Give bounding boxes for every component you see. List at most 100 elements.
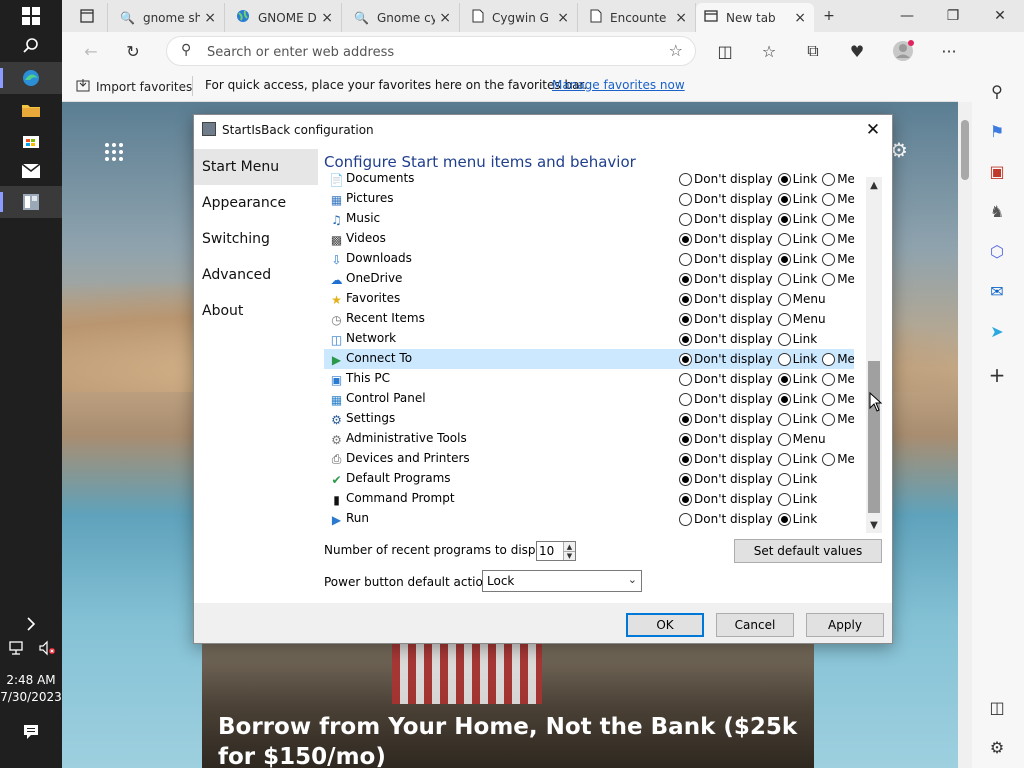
radio-button[interactable]	[679, 272, 692, 286]
option-menu[interactable]: Menu	[822, 251, 854, 267]
option-menu[interactable]: Menu	[822, 271, 854, 287]
favorites-icon[interactable]: ☆	[754, 36, 784, 66]
radio-button[interactable]	[822, 352, 836, 366]
favorite-star-icon[interactable]: ☆	[669, 41, 683, 60]
microsoft-365-icon[interactable]: ⬡	[982, 236, 1012, 266]
option-link[interactable]: Link	[777, 191, 817, 207]
radio-button[interactable]	[822, 372, 836, 386]
edge-browser-icon[interactable]	[0, 62, 62, 94]
option-link[interactable]: Link	[777, 391, 817, 407]
radio-button[interactable]	[679, 512, 692, 526]
radio-button[interactable]	[679, 312, 692, 326]
scroll-up-arrow-icon[interactable]: ▲	[866, 177, 882, 193]
radio-button[interactable]	[777, 312, 791, 326]
notifications-icon[interactable]	[0, 716, 62, 748]
radio-button[interactable]	[822, 252, 836, 266]
sidebar-settings-gear-icon[interactable]: ⚙	[982, 732, 1012, 762]
radio-button[interactable]	[822, 452, 836, 466]
radio-button[interactable]	[777, 232, 791, 246]
apply-button[interactable]: Apply	[806, 613, 884, 637]
nav-about[interactable]: About	[194, 293, 318, 329]
radio-button[interactable]	[777, 372, 791, 386]
radio-button[interactable]	[679, 232, 692, 246]
close-icon[interactable]: ×	[204, 10, 216, 26]
option-don-t-display[interactable]: Don't display	[679, 451, 773, 467]
radio-button[interactable]	[777, 452, 791, 466]
radio-button[interactable]	[822, 272, 836, 286]
cancel-button[interactable]: Cancel	[716, 613, 794, 637]
radio-button[interactable]	[679, 432, 692, 446]
radio-button[interactable]	[679, 292, 692, 306]
recent-programs-stepper[interactable]: ▲ ▼	[536, 541, 576, 561]
option-don-t-display[interactable]: Don't display	[679, 231, 773, 247]
minimize-icon[interactable]: —	[884, 0, 930, 32]
tab-gnome-cygwin[interactable]: 🔍 Gnome cy ×	[346, 3, 460, 32]
radio-button[interactable]	[777, 292, 791, 306]
news-card[interactable]: Borrow from Your Home, Not the Bank ($25…	[202, 644, 814, 768]
radio-button[interactable]	[777, 472, 791, 486]
option-link[interactable]: Link	[777, 491, 817, 507]
radio-button[interactable]	[679, 452, 692, 466]
option-don-t-display[interactable]: Don't display	[679, 411, 773, 427]
radio-button[interactable]	[679, 212, 692, 226]
recent-programs-input[interactable]	[539, 543, 561, 559]
radio-button[interactable]	[777, 352, 791, 366]
radio-button[interactable]	[777, 392, 791, 406]
file-explorer-icon[interactable]	[0, 94, 62, 126]
option-menu[interactable]: Menu	[822, 411, 854, 427]
radio-button[interactable]	[822, 392, 836, 406]
option-don-t-display[interactable]: Don't display	[679, 251, 773, 267]
power-button-select[interactable]: Lock ⌄	[482, 570, 642, 592]
radio-button[interactable]	[777, 512, 791, 526]
option-link[interactable]: Link	[777, 351, 817, 367]
option-link[interactable]: Link	[777, 451, 817, 467]
taskbar-clock[interactable]: 2:48 AM 7/30/2023	[0, 672, 62, 706]
option-don-t-display[interactable]: Don't display	[679, 311, 773, 327]
new-tab-plus-icon[interactable]: +	[814, 0, 844, 32]
radio-button[interactable]	[777, 492, 791, 506]
hide-sidebar-icon[interactable]: ◫	[982, 692, 1012, 722]
option-menu[interactable]: Menu	[777, 291, 826, 307]
news-headline[interactable]: Borrow from Your Home, Not the Bank ($25…	[218, 712, 808, 768]
radio-button[interactable]	[822, 212, 836, 226]
outlook-icon[interactable]: ✉	[982, 276, 1012, 306]
option-don-t-display[interactable]: Don't display	[679, 391, 773, 407]
tab-gnome-shell[interactable]: 🔍 gnome sh ×	[112, 3, 225, 32]
address-input[interactable]	[207, 42, 647, 62]
radio-button[interactable]	[777, 192, 791, 206]
radio-button[interactable]	[822, 173, 836, 186]
apps-grid-icon[interactable]	[104, 142, 124, 167]
items-scrollbar[interactable]: ▲ ▼	[866, 177, 882, 533]
radio-button[interactable]	[679, 392, 692, 406]
close-icon[interactable]: ×	[557, 10, 569, 26]
radio-button[interactable]	[777, 412, 791, 426]
radio-button[interactable]	[822, 412, 836, 426]
start-windows-icon[interactable]	[0, 0, 62, 32]
address-bar[interactable]: ⚲ ☆	[166, 36, 696, 66]
browser-essentials-icon[interactable]: ♥	[842, 36, 872, 66]
tab-new-tab[interactable]: New tab ×	[696, 3, 814, 32]
tab-encounter[interactable]: Encounte ×	[582, 3, 696, 32]
manage-favorites-link[interactable]: Manage favorites now	[552, 78, 685, 92]
option-don-t-display[interactable]: Don't display	[679, 211, 773, 227]
option-menu[interactable]: Menu	[822, 451, 854, 467]
shopping-tag-icon[interactable]: ⚑	[982, 116, 1012, 146]
option-link[interactable]: Link	[777, 173, 817, 187]
option-don-t-display[interactable]: Don't display	[679, 431, 773, 447]
option-don-t-display[interactable]: Don't display	[679, 331, 773, 347]
tab-actions-button[interactable]	[72, 3, 108, 32]
split-screen-icon[interactable]: ◫	[710, 36, 740, 66]
radio-button[interactable]	[777, 332, 791, 346]
radio-button[interactable]	[679, 372, 692, 386]
close-window-icon[interactable]: ✕	[976, 0, 1024, 32]
sidebar-search-icon[interactable]: ⚲	[982, 76, 1012, 106]
radio-button[interactable]	[777, 252, 791, 266]
radio-button[interactable]	[679, 492, 692, 506]
radio-button[interactable]	[822, 192, 836, 206]
mail-icon[interactable]	[0, 155, 62, 187]
option-menu[interactable]: Menu	[777, 311, 826, 327]
radio-button[interactable]	[822, 232, 836, 246]
import-favorites-button[interactable]: Import favorites	[76, 78, 192, 95]
option-menu[interactable]: Menu	[822, 391, 854, 407]
network-icon[interactable]	[0, 632, 31, 664]
